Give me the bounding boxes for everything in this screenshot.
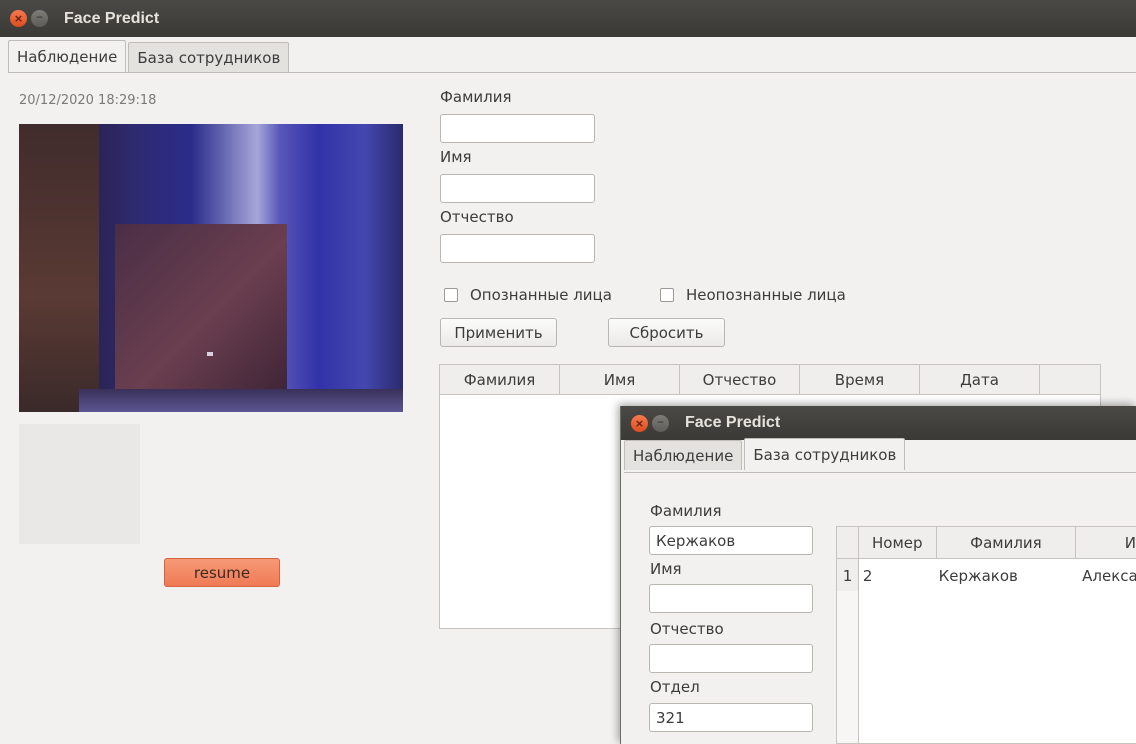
column-header-surname[interactable]: Фамилия — [440, 365, 560, 394]
row-number-header — [837, 527, 859, 558]
emp-department-input[interactable] — [649, 703, 813, 732]
recognized-checkbox-label: Опознанные лица — [470, 286, 612, 304]
employees-table-header: Номер Фамилия И — [837, 527, 1136, 559]
main-tabs: Наблюдение База сотрудников — [8, 40, 291, 72]
recognized-checkbox-box[interactable] — [444, 288, 458, 302]
emp-surname-label: Фамилия — [650, 502, 722, 520]
column-header-patronymic[interactable]: Отчество — [680, 365, 800, 394]
column-header-name[interactable]: Имя — [560, 365, 680, 394]
camera-feed-shelf — [19, 124, 99, 412]
close-icon[interactable]: × — [10, 10, 27, 27]
camera-feed-detail — [207, 352, 213, 356]
apply-button[interactable]: Применить — [440, 318, 557, 347]
recognized-checkbox[interactable]: Опознанные лица — [444, 286, 612, 304]
emp-patronymic-label: Отчество — [650, 620, 724, 638]
cell-number[interactable]: 2 — [859, 567, 937, 585]
tab-observation[interactable]: Наблюдение — [8, 40, 127, 72]
cell-name[interactable]: Алекса — [1076, 567, 1136, 585]
close-icon[interactable]: × — [631, 414, 648, 432]
column-header-surname[interactable]: Фамилия — [937, 527, 1077, 558]
patronymic-input[interactable] — [440, 234, 595, 263]
reset-button[interactable]: Сбросить — [608, 318, 725, 347]
name-label: Имя — [440, 148, 472, 166]
emp-surname-input[interactable] — [649, 526, 813, 555]
tab-divider — [624, 472, 1136, 473]
emp-name-input[interactable] — [649, 584, 813, 613]
second-tabs: Наблюдение База сотрудников — [624, 438, 907, 470]
camera-feed — [19, 124, 403, 412]
emp-patronymic-input[interactable] — [649, 644, 813, 673]
second-window-title: Face Predict — [685, 414, 781, 431]
second-titlebar[interactable]: × − Face Predict — [621, 406, 1136, 440]
unrecognized-checkbox[interactable]: Неопознанные лица — [660, 286, 846, 304]
resume-button[interactable]: resume — [164, 558, 280, 587]
surname-input[interactable] — [440, 114, 595, 143]
tab-employee-base[interactable]: База сотрудников — [744, 438, 906, 470]
camera-feed-floor — [79, 389, 403, 412]
patronymic-label: Отчество — [440, 208, 514, 226]
results-table-header: Фамилия Имя Отчество Время Дата — [440, 365, 1100, 395]
tab-observation[interactable]: Наблюдение — [624, 440, 743, 470]
tab-divider — [8, 72, 1136, 73]
emp-name-label: Имя — [650, 560, 682, 578]
tab-employee-base[interactable]: База сотрудников — [128, 42, 290, 72]
unrecognized-checkbox-box[interactable] — [660, 288, 674, 302]
surname-label: Фамилия — [440, 88, 512, 106]
table-row[interactable]: 1 2 Кержаков Алекса — [837, 559, 1136, 593]
window-title: Face Predict — [64, 9, 160, 27]
column-header-name[interactable]: И — [1076, 527, 1136, 558]
main-titlebar[interactable]: × − Face Predict — [0, 0, 1136, 37]
row-number-column — [837, 591, 859, 743]
cell-surname[interactable]: Кержаков — [937, 567, 1077, 585]
column-header-number[interactable]: Номер — [859, 527, 937, 558]
emp-department-label: Отдел — [650, 678, 700, 696]
employees-table[interactable]: Номер Фамилия И 1 2 Кержаков Алекса — [836, 526, 1136, 744]
unrecognized-checkbox-label: Неопознанные лица — [686, 286, 846, 304]
row-number: 1 — [837, 559, 859, 593]
minimize-icon[interactable]: − — [652, 414, 669, 432]
face-thumbnail — [19, 424, 140, 544]
camera-feed-board — [115, 224, 287, 394]
timestamp: 20/12/2020 18:29:18 — [19, 93, 157, 108]
name-input[interactable] — [440, 174, 595, 203]
column-header-time[interactable]: Время — [800, 365, 920, 394]
minimize-icon[interactable]: − — [31, 10, 48, 27]
column-header-date[interactable]: Дата — [920, 365, 1040, 394]
